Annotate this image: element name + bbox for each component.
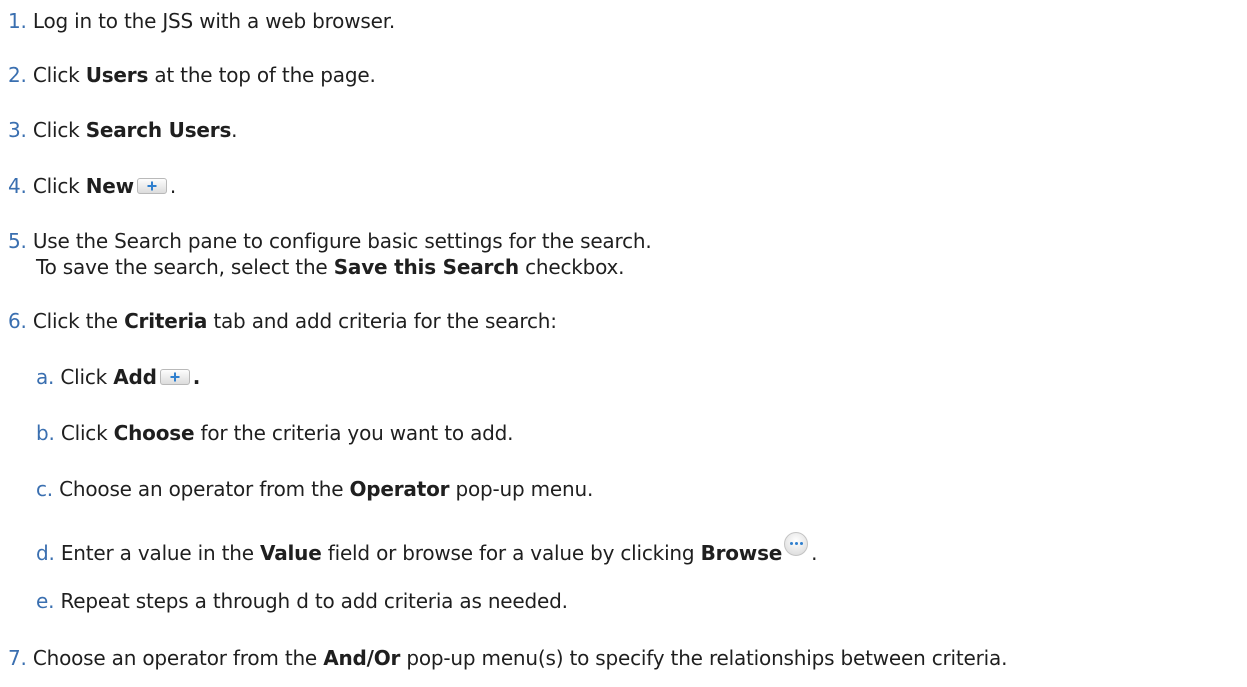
- step-5-line-2: To save the search, select the Save this…: [36, 254, 625, 280]
- ellipsis-button-icon: [784, 532, 809, 556]
- instructions-document: 1. Log in to the JSS with a web browser.…: [0, 0, 1247, 687]
- substep-d: d. Enter a value in the Value field or b…: [36, 532, 818, 566]
- plus-button-icon: [159, 369, 190, 385]
- step-text: Use the Search pane to configure basic s…: [32, 229, 652, 253]
- step-number: 1.: [8, 9, 27, 33]
- step-text-pre: Choose an operator from the: [32, 646, 324, 670]
- step-ui-term: New: [85, 174, 134, 198]
- step-text-post: .: [169, 174, 177, 198]
- step-6: 6. Click the Criteria tab and add criter…: [8, 308, 557, 334]
- substep-ui-term-2: Browse: [700, 541, 783, 565]
- step-ui-term: Criteria: [124, 309, 208, 333]
- substep-ui-term: Value: [260, 541, 322, 565]
- step-ui-term: Users: [85, 63, 149, 87]
- step-text-post: .: [231, 118, 238, 142]
- substep-text-pre: Click: [60, 365, 114, 389]
- substep-ui-term: Add: [113, 365, 157, 389]
- step-number: 4.: [8, 174, 27, 198]
- substep-e: e. Repeat steps a through d to add crite…: [36, 588, 568, 614]
- substep-ui-term: Choose: [113, 421, 195, 445]
- step-text: Log in to the JSS with a web browser.: [32, 9, 396, 33]
- substep-c: c. Choose an operator from the Operator …: [36, 476, 593, 502]
- substep-text-post: pop-up menu.: [449, 477, 594, 501]
- step-2: 2. Click Users at the top of the page.: [8, 62, 376, 88]
- substep-text-pre: Enter a value in the: [60, 541, 261, 565]
- substep-b: b. Click Choose for the criteria you wan…: [36, 420, 513, 446]
- substep-text-pre: Click: [60, 421, 114, 445]
- substep-ui-term: Operator: [349, 477, 450, 501]
- substep-letter: e.: [36, 589, 55, 613]
- substep-text-post: for the criteria you want to add.: [194, 421, 514, 445]
- step-5: 5. Use the Search pane to configure basi…: [8, 228, 652, 254]
- step-7: 7. Choose an operator from the And/Or po…: [8, 645, 1007, 671]
- step-number: 3.: [8, 118, 27, 142]
- substep-text-pre: Choose an operator from the: [59, 477, 350, 501]
- step-number: 5.: [8, 229, 27, 253]
- step-text-post: tab and add criteria for the search:: [207, 309, 557, 333]
- substep-letter: c.: [36, 477, 53, 501]
- step-text-pre: Click: [32, 174, 86, 198]
- step-text-pre: Click the: [32, 309, 125, 333]
- step-ui-term: Search Users: [85, 118, 232, 142]
- step-1: 1. Log in to the JSS with a web browser.: [8, 8, 395, 34]
- substep-text-post: .: [811, 541, 818, 565]
- step-number: 2.: [8, 63, 27, 87]
- step-text-post: pop-up menu(s) to specify the relationsh…: [400, 646, 1008, 670]
- step-text-post: at the top of the page.: [148, 63, 376, 87]
- step-ui-term: Save this Search: [333, 255, 519, 279]
- substep-letter: a.: [36, 365, 55, 389]
- step-3: 3. Click Search Users.: [8, 117, 238, 143]
- step-text-pre: Click: [32, 63, 86, 87]
- substep-text: Repeat steps a through d to add criteria…: [60, 589, 568, 613]
- step-text-post: checkbox.: [518, 255, 625, 279]
- step-text-pre: To save the search, select the: [36, 255, 334, 279]
- step-4: 4. Click New.: [8, 173, 176, 199]
- step-ui-term: And/Or: [323, 646, 401, 670]
- substep-text-mid: field or browse for a value by clicking: [321, 541, 701, 565]
- substep-letter: b.: [36, 421, 55, 445]
- plus-button-icon: [136, 178, 167, 194]
- substep-letter: d.: [36, 541, 55, 565]
- step-number: 6.: [8, 309, 27, 333]
- substep-a: a. Click Add.: [36, 364, 200, 390]
- step-number: 7.: [8, 646, 27, 670]
- substep-text-post: .: [192, 365, 201, 389]
- step-text-pre: Click: [32, 118, 86, 142]
